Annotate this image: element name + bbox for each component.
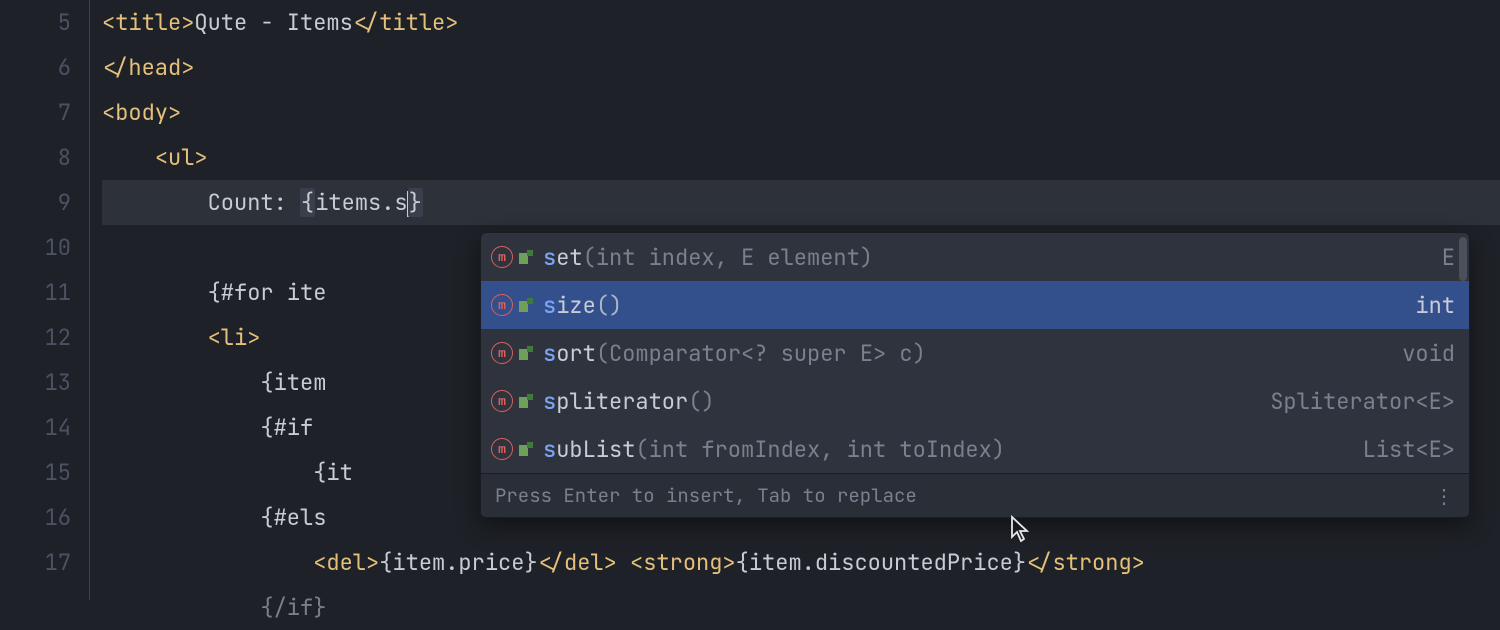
- autocomplete-list: m set(int index, E element) E m size() i…: [481, 233, 1469, 473]
- return-type: Spliterator<E>: [1270, 387, 1455, 416]
- method-badge-icon: m: [491, 294, 513, 316]
- method-badge-icon: m: [491, 342, 513, 364]
- method-badge-icon: m: [491, 438, 513, 460]
- line-number: 7: [0, 90, 71, 135]
- code-line: <del>{item.price}</del> <strong>{item.di…: [102, 540, 1500, 585]
- line-number: 8: [0, 135, 71, 180]
- autocomplete-popup: m set(int index, E element) E m size() i…: [480, 232, 1470, 518]
- code-editor: 5 6 7 8 9 10 11 12 13 14 15 16 17 <title…: [0, 0, 1500, 600]
- code-line: <title>Qute - Items</title>: [102, 0, 1500, 45]
- visibility-icon: [519, 394, 533, 408]
- method-badge-icon: m: [491, 390, 513, 412]
- autocomplete-item-selected[interactable]: m size() int: [481, 281, 1469, 329]
- autocomplete-hint: Press Enter to insert, Tab to replace: [495, 483, 917, 508]
- line-number: 11: [0, 270, 71, 315]
- scrollbar-thumb[interactable]: [1459, 237, 1467, 281]
- line-number: 10: [0, 225, 71, 270]
- visibility-icon: [519, 298, 533, 312]
- visibility-icon: [519, 346, 533, 360]
- code-line-current: Count: {items.s}: [102, 180, 1500, 225]
- autocomplete-item[interactable]: m set(int index, E element) E: [481, 233, 1469, 281]
- code-line: {/if}: [102, 585, 1500, 630]
- autocomplete-item[interactable]: m spliterator() Spliterator<E>: [481, 377, 1469, 425]
- return-type: int: [1415, 291, 1455, 320]
- visibility-icon: [519, 250, 533, 264]
- line-number: 5: [0, 0, 71, 45]
- line-number: 12: [0, 315, 71, 360]
- line-number: 13: [0, 360, 71, 405]
- line-number: 16: [0, 495, 71, 540]
- autocomplete-footer: Press Enter to insert, Tab to replace ⋮: [481, 473, 1469, 517]
- line-number: 6: [0, 45, 71, 90]
- line-number: 14: [0, 405, 71, 450]
- line-number: 9: [0, 180, 71, 225]
- code-line: </head>: [102, 45, 1500, 90]
- return-type: void: [1402, 339, 1455, 368]
- code-line: <body>: [102, 90, 1500, 135]
- more-options-icon[interactable]: ⋮: [1434, 483, 1455, 509]
- visibility-icon: [519, 442, 533, 456]
- line-number-gutter: 5 6 7 8 9 10 11 12 13 14 15 16 17: [0, 0, 90, 600]
- return-type: E: [1442, 243, 1455, 272]
- method-badge-icon: m: [491, 246, 513, 268]
- autocomplete-item[interactable]: m sort(Comparator<? super E> c) void: [481, 329, 1469, 377]
- return-type: List<E>: [1363, 435, 1455, 464]
- line-number: 17: [0, 540, 71, 585]
- autocomplete-item[interactable]: m subList(int fromIndex, int toIndex) Li…: [481, 425, 1469, 473]
- line-number: 15: [0, 450, 71, 495]
- code-area[interactable]: <title>Qute - Items</title> </head> <bod…: [90, 0, 1500, 600]
- code-line: <ul>: [102, 135, 1500, 180]
